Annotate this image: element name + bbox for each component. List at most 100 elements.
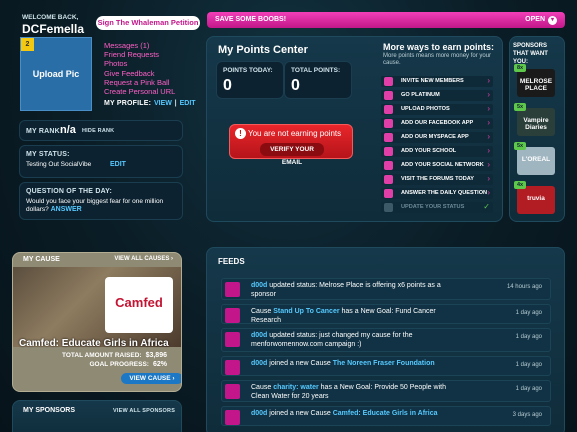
feed-text: Cause Stand Up To Cancer has a New Goal:… xyxy=(251,308,436,324)
sponsor-name: truvia xyxy=(527,195,545,202)
profile-view-link[interactable]: VIEW xyxy=(154,100,172,107)
my-sponsors-header: MY SPONSORS xyxy=(23,407,75,414)
earn-way-item[interactable]: VISIT THE FORUMS TODAY › xyxy=(381,174,493,185)
way-label: UPLOAD PHOTOS xyxy=(401,106,450,112)
way-label: UPDATE YOUR STATUS xyxy=(401,204,465,210)
earn-way-item[interactable]: ADD YOUR SOCIAL NETWORK › xyxy=(381,160,493,171)
arrow-right-icon: › xyxy=(487,76,490,85)
profile-edit-link[interactable]: EDIT xyxy=(180,100,196,107)
view-all-sponsors-link[interactable]: VIEW ALL SPONSORS xyxy=(113,408,175,414)
earn-way-item[interactable]: INVITE NEW MEMBERS › xyxy=(381,76,493,87)
feed-item: d00d updated status: just changed my cau… xyxy=(221,328,551,352)
upload-pic[interactable]: 2 Upload Pic xyxy=(20,37,92,111)
friend-requests-link[interactable]: Friend Requests xyxy=(104,50,196,59)
earn-way-item[interactable]: UPLOAD PHOTOS › xyxy=(381,104,493,115)
sponsor-tile[interactable]: 8x MELROSE PLACE xyxy=(514,64,555,97)
pink-ball-link[interactable]: Request a Pink Ball xyxy=(104,78,196,87)
way-icon xyxy=(384,147,393,156)
way-label: INVITE NEW MEMBERS xyxy=(401,78,464,84)
earn-way-item[interactable]: GO PLATINUM › xyxy=(381,90,493,101)
status-label: MY STATUS: xyxy=(26,151,70,158)
avatar[interactable] xyxy=(225,308,240,323)
progress-value: 62% xyxy=(152,361,167,368)
arrow-right-icon: › xyxy=(487,174,490,183)
earn-way-item[interactable]: ADD OUR MYSPACE APP › xyxy=(381,132,493,143)
give-feedback-link[interactable]: Give Feedback xyxy=(104,69,196,78)
avatar[interactable] xyxy=(225,360,240,375)
feed-cause-link[interactable]: The Noreen Fraser Foundation xyxy=(333,360,435,367)
raised-row: TOTAL AMOUNT RAISED: $3,896 xyxy=(62,352,167,359)
qotd-answer-link[interactable]: ANSWER xyxy=(51,206,82,213)
multiplier-badge: 4x xyxy=(514,181,526,189)
feed-item: d00d joined a new Cause The Noreen Frase… xyxy=(221,356,551,376)
feed-text: Cause charity: water has a New Goal: Pro… xyxy=(251,384,446,400)
feed-cause-link[interactable]: Camfed: Educate Girls in Africa xyxy=(333,410,438,417)
feed-cause-link[interactable]: Stand Up To Cancer xyxy=(273,308,339,315)
more-ways-subtitle: More points means more money for your ca… xyxy=(383,53,492,66)
earn-way-item[interactable]: ANSWER THE DAILY QUESTION › xyxy=(381,188,493,199)
way-icon xyxy=(384,189,393,198)
multiplier-badge: 5x xyxy=(514,103,526,111)
checkmark-icon: ✓ xyxy=(483,202,490,211)
way-label: ANSWER THE DAILY QUESTION xyxy=(401,190,488,196)
petition-button[interactable]: Sign The Whaleman Petition xyxy=(96,16,200,30)
sponsor-tile[interactable]: 5x Vampire Diaries xyxy=(514,103,555,136)
my-cause-header: MY CAUSE xyxy=(23,256,60,263)
view-cause-button[interactable]: VIEW CAUSE › xyxy=(121,373,181,384)
way-icon xyxy=(384,119,393,128)
feed-text: d00d updated status: Melrose Place is of… xyxy=(251,282,441,298)
earn-way-item[interactable]: ADD OUR FACEBOOK APP › xyxy=(381,118,493,129)
earn-way-item[interactable]: ADD YOUR SCHOOL › xyxy=(381,146,493,157)
upload-pic-label: Upload Pic xyxy=(32,69,80,79)
multiplier-badge: 8x xyxy=(514,64,526,72)
way-label: GO PLATINUM xyxy=(401,92,440,98)
rank-box: MY RANK: n/a HIDE RANK xyxy=(19,120,183,141)
points-total-label: TOTAL POINTS: xyxy=(291,67,341,74)
verify-email-button[interactable]: VERIFY YOUR EMAIL xyxy=(260,143,324,166)
qotd-box: QUESTION OF THE DAY: Would you face your… xyxy=(19,182,183,220)
way-icon xyxy=(384,105,393,114)
avatar[interactable] xyxy=(225,282,240,297)
chevron-right-icon: › xyxy=(171,256,173,262)
feed-time: 1 day ago xyxy=(515,362,542,368)
way-icon xyxy=(384,203,393,212)
sponsors-title: SPONSORS THAT WANT YOU: xyxy=(513,43,548,65)
avatar[interactable] xyxy=(225,410,240,425)
feed-user-link[interactable]: d00d xyxy=(251,332,267,339)
way-icon xyxy=(384,91,393,100)
sponsor-tile[interactable]: 5x L'OREAL xyxy=(514,142,555,175)
feed-user-link[interactable]: d00d xyxy=(251,410,267,417)
promo-banner[interactable]: SAVE SOME BOOBS! OPEN ▾ xyxy=(207,12,565,28)
progress-row: GOAL PROGRESS: 62% xyxy=(89,361,168,368)
arrow-right-icon: › xyxy=(487,90,490,99)
avatar[interactable] xyxy=(225,332,240,347)
feed-text: d00d joined a new Cause Camfed: Educate … xyxy=(251,410,438,417)
feed-user-link[interactable]: d00d xyxy=(251,282,267,289)
personal-url-link[interactable]: Create Personal URL xyxy=(104,87,196,96)
feed-time: 1 day ago xyxy=(515,334,542,340)
way-icon xyxy=(384,133,393,142)
feed-cause-link[interactable]: charity: water xyxy=(273,384,319,391)
photos-link[interactable]: Photos xyxy=(104,59,196,68)
earn-way-item[interactable]: UPDATE YOUR STATUS ✓ xyxy=(381,202,493,213)
way-icon xyxy=(384,77,393,86)
camfed-logo: Camfed xyxy=(105,277,173,333)
hide-rank-link[interactable]: HIDE RANK xyxy=(82,128,114,134)
banner-open-button[interactable]: OPEN ▾ xyxy=(522,12,557,28)
arrow-right-icon: › xyxy=(487,146,490,155)
avatar[interactable] xyxy=(225,384,240,399)
arrow-right-icon: › xyxy=(487,104,490,113)
feed-user-link[interactable]: d00d xyxy=(251,360,267,367)
feed-time: 14 hours ago xyxy=(506,284,542,290)
status-edit-link[interactable]: EDIT xyxy=(110,161,126,168)
feed-text: d00d joined a new Cause The Noreen Frase… xyxy=(251,360,435,367)
messages-link[interactable]: Messages (1) xyxy=(104,41,196,50)
my-profile-label: MY PROFILE: xyxy=(104,100,152,108)
view-all-causes-link[interactable]: VIEW ALL CAUSES › xyxy=(114,256,173,262)
sponsor-name: L'OREAL xyxy=(521,156,551,163)
sponsor-name: MELROSE PLACE xyxy=(519,78,553,92)
arrow-right-icon: › xyxy=(487,160,490,169)
feed-item: Cause charity: water has a New Goal: Pro… xyxy=(221,380,551,402)
feed-item: Cause Stand Up To Cancer has a New Goal:… xyxy=(221,304,551,324)
sponsor-tile[interactable]: 4x truvia xyxy=(514,181,555,214)
